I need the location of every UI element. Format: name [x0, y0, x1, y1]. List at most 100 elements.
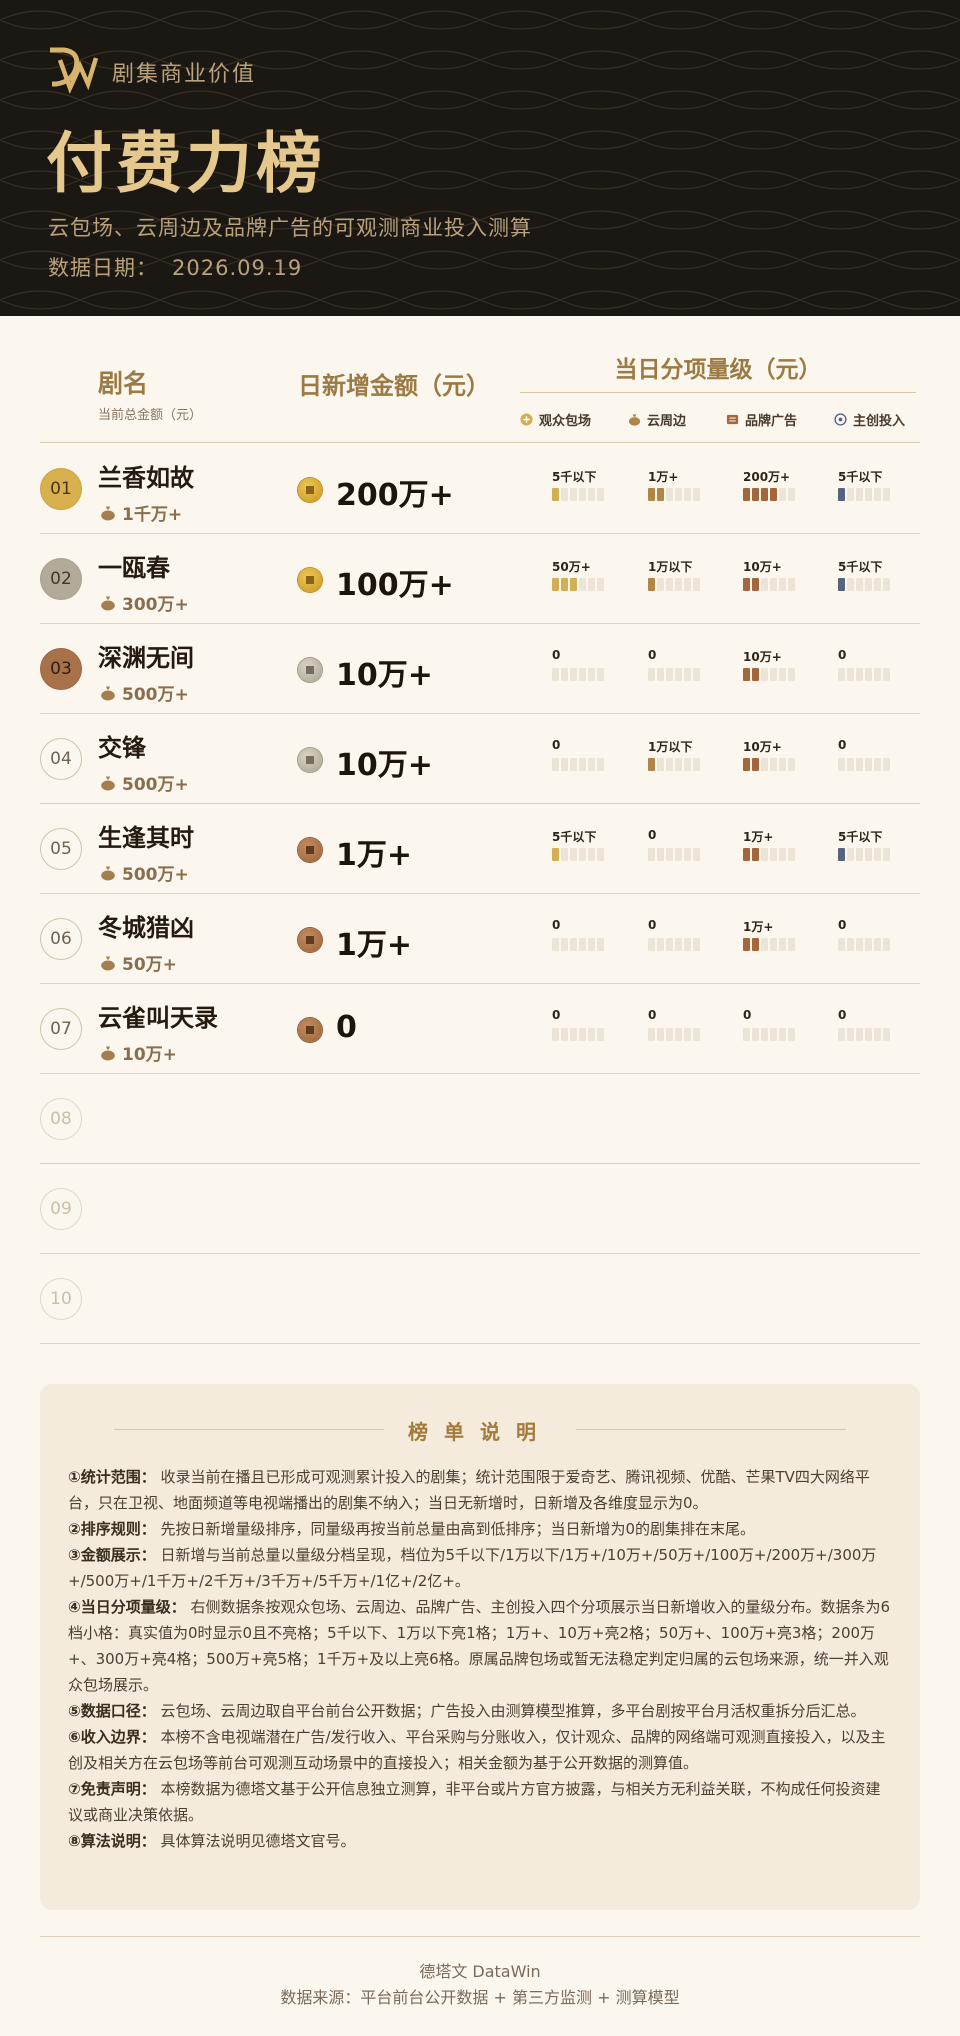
- note-heading: ④当日分项量级：: [68, 1598, 186, 1616]
- level-cell: [743, 938, 750, 951]
- date-value: 2026.09.19: [172, 256, 303, 280]
- level-bar: [838, 758, 934, 771]
- level-cell: [883, 668, 890, 681]
- level-cell: [684, 848, 691, 861]
- level-cell: [675, 938, 682, 951]
- daily-amount: 1万+: [336, 838, 413, 873]
- level-cell: [552, 848, 559, 861]
- level-cell: [856, 1028, 863, 1041]
- money-bag-icon: [628, 414, 641, 426]
- level-cell: [847, 848, 854, 861]
- daily-amount: 100万+: [336, 568, 454, 603]
- table-row: 07 云雀叫天录 10万+ 0 0 0 0 0: [40, 984, 920, 1074]
- level-cell: [788, 938, 795, 951]
- level-cell: [579, 668, 586, 681]
- level-cell: [883, 938, 890, 951]
- level-cell: [570, 668, 577, 681]
- target-icon: [834, 413, 847, 426]
- column-header-split: 当日分项量级（元）: [614, 356, 822, 383]
- level-cell: [597, 848, 604, 861]
- note-text: 本榜数据为德塔文基于公开信息独立测算，非平台或片方官方披露，与相关方无利益关联，…: [68, 1780, 881, 1824]
- level-cell: [865, 758, 872, 771]
- coin-icon: [298, 478, 322, 502]
- page-subtitle: 云包场、云周边及品牌广告的可观测商业投入测算: [48, 216, 532, 240]
- level-cell: [666, 758, 673, 771]
- level-cell: [770, 578, 777, 591]
- level-cell: [570, 758, 577, 771]
- level-cell: [657, 488, 664, 501]
- level-cell: [675, 488, 682, 501]
- level-cell: [874, 938, 881, 951]
- rank-badge: 10: [40, 1278, 82, 1320]
- level-cell: [779, 848, 786, 861]
- level-cell: [657, 578, 664, 591]
- note-text: 本榜不含电视端潜在广告/发行收入、平台采购与分账收入，仅计观众、品牌的网络端可观…: [68, 1728, 886, 1772]
- level-cell: [838, 488, 845, 501]
- level-cell: [838, 758, 845, 771]
- money-bag-icon: [101, 776, 115, 790]
- level-cell: [666, 668, 673, 681]
- level-cell: [874, 668, 881, 681]
- total-amount: 300万+: [100, 590, 189, 615]
- level-cell: [752, 668, 759, 681]
- legend-creator: 主创投入: [834, 410, 905, 429]
- table-row: 06 冬城猎凶 50万+ 1万+ 0 0 1万+ 0: [40, 894, 920, 984]
- segment-label: 5千以下: [838, 560, 883, 574]
- segment-label: 0: [648, 648, 657, 662]
- level-cell: [883, 488, 890, 501]
- note-item: ⑧算法说明： 具体算法说明见德塔文官号。: [68, 1828, 894, 1854]
- level-cell: [847, 488, 854, 501]
- level-bar: [552, 1028, 648, 1041]
- segment-cell: 0: [743, 1008, 839, 1041]
- level-cell: [865, 938, 872, 951]
- level-cell: [561, 848, 568, 861]
- level-cell: [693, 488, 700, 501]
- level-cell: [788, 758, 795, 771]
- level-cell: [874, 488, 881, 501]
- drama-name: 冬城猎凶: [98, 913, 194, 942]
- segment-cell: 0: [648, 1008, 744, 1041]
- level-cell: [588, 668, 595, 681]
- datawin-logo-icon: [50, 47, 98, 94]
- level-cell: [552, 488, 559, 501]
- level-cell: [752, 758, 759, 771]
- coin-icon: [298, 658, 322, 682]
- segment-label: 0: [838, 648, 847, 662]
- segment-label: 0: [838, 1008, 847, 1022]
- level-cell: [856, 668, 863, 681]
- segment-cell: 0: [838, 1008, 934, 1041]
- rank-badge: 06: [40, 918, 82, 960]
- segment-cell: 50万+: [552, 558, 648, 591]
- note-text: 先按日新增量级排序，同量级再按当前总量由高到低排序；当日新增为0的剧集排在末尾。: [160, 1520, 756, 1538]
- level-cell: [865, 668, 872, 681]
- level-cell: [770, 488, 777, 501]
- level-cell: [579, 578, 586, 591]
- footer-source: 数据来源：平台前台公开数据 + 第三方监测 + 测算模型: [280, 1988, 680, 2007]
- segment-cell: 10万+: [743, 738, 839, 771]
- daily-amount: 200万+: [336, 478, 454, 513]
- segment-label: 5千以下: [552, 830, 597, 844]
- level-cell: [570, 848, 577, 861]
- segment-label: 0: [552, 648, 561, 662]
- level-cell: [648, 488, 655, 501]
- level-cell: [597, 1028, 604, 1041]
- level-cell: [684, 578, 691, 591]
- total-value: 500万+: [122, 685, 189, 705]
- level-bar: [552, 668, 648, 681]
- level-cell: [883, 758, 890, 771]
- level-cell: [743, 578, 750, 591]
- level-cell: [657, 668, 664, 681]
- level-cell: [788, 668, 795, 681]
- segment-cell: 10万+: [743, 558, 839, 591]
- level-cell: [648, 848, 655, 861]
- segment-cell: 0: [552, 918, 648, 951]
- level-bar: [743, 578, 839, 591]
- level-bar: [838, 668, 934, 681]
- level-cell: [693, 758, 700, 771]
- level-cell: [648, 578, 655, 591]
- total-value: 500万+: [122, 775, 189, 795]
- total-amount: 500万+: [100, 770, 189, 795]
- segment-cell: 0: [838, 648, 934, 681]
- notes-panel: 榜单说明 ①统计范围： 收录当前在播且已形成可观测累计投入的剧集；统计范围限于爱…: [40, 1384, 920, 1910]
- level-cell: [657, 1028, 664, 1041]
